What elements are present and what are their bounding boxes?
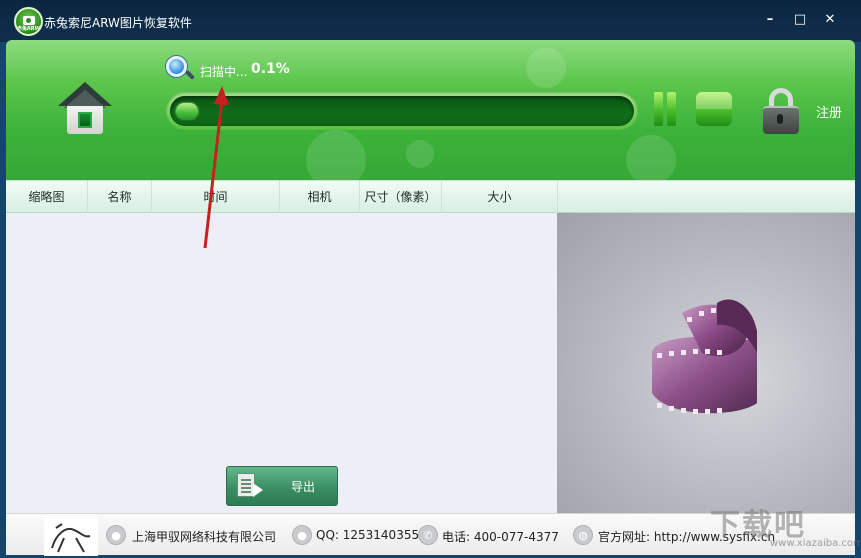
decor-bubble [306, 130, 366, 180]
phone-icon: ✆ [418, 525, 438, 545]
progress-fill [176, 103, 198, 119]
home-button[interactable] [58, 82, 112, 136]
column-thumbnail[interactable]: 缩略图 [6, 181, 88, 213]
close-button[interactable]: ✕ [822, 12, 838, 28]
export-label: 导出 [290, 480, 315, 494]
scan-status: 扫描中... [200, 65, 248, 79]
export-button[interactable]: 导出 [226, 466, 338, 506]
decor-bubble [406, 140, 434, 168]
maximize-icon: □ [793, 12, 807, 27]
app-icon-text: 赤兔ARW [16, 26, 41, 32]
preview-pane [557, 213, 855, 513]
column-time[interactable]: 时间 [152, 181, 280, 213]
decor-bubble [526, 48, 566, 88]
column-dimensions[interactable]: 尺寸（像素） [360, 181, 442, 213]
decor-bubble [626, 135, 676, 180]
phone-number: 电话: 400-077-4377 [442, 530, 559, 544]
column-size[interactable]: 大小 [442, 181, 558, 213]
pause-button[interactable] [654, 92, 676, 126]
qq-icon: ● [292, 525, 312, 545]
register-lock-button[interactable] [761, 88, 801, 134]
progress-track [170, 96, 634, 126]
column-name[interactable]: 名称 [88, 181, 152, 213]
pause-icon [654, 92, 663, 126]
stop-icon [696, 92, 732, 109]
app-camera-icon: 赤兔ARW [14, 7, 43, 36]
maximize-button[interactable]: □ [792, 12, 808, 28]
company-logo [44, 516, 98, 556]
scan-percent: 0.1% [251, 61, 290, 77]
close-icon: ✕ [824, 12, 836, 27]
scan-header: 扫描中... 0.1% 注册 [6, 40, 855, 180]
watermark-url: www.xiazaiba.com [770, 538, 861, 549]
film-reel-icon [652, 299, 757, 414]
window-title: 赤兔索尼ARW图片恢复软件 [44, 16, 192, 30]
magnifier-icon [166, 56, 195, 84]
column-camera[interactable]: 相机 [280, 181, 360, 213]
stop-button[interactable] [696, 92, 732, 126]
app-window: 赤兔ARW 赤兔索尼ARW图片恢复软件 – □ ✕ 扫描中... 0.1% 注册… [0, 0, 861, 558]
register-label[interactable]: 注册 [816, 102, 842, 121]
company-name: 上海甲驭网络科技有限公司 [132, 530, 277, 544]
title-bar[interactable]: 赤兔ARW 赤兔索尼ARW图片恢复软件 – □ ✕ [0, 0, 861, 42]
scan-progress-bar [166, 92, 638, 130]
minimize-icon: – [766, 12, 774, 27]
globe-icon: ◍ [573, 525, 593, 545]
table-header: 缩略图 名称 时间 相机 尺寸（像素） 大小 [6, 180, 855, 213]
qq-number: QQ: 1253140355 [316, 528, 420, 542]
export-icon [237, 473, 263, 501]
minimize-button[interactable]: – [762, 12, 778, 28]
company-icon: ● [106, 525, 126, 545]
